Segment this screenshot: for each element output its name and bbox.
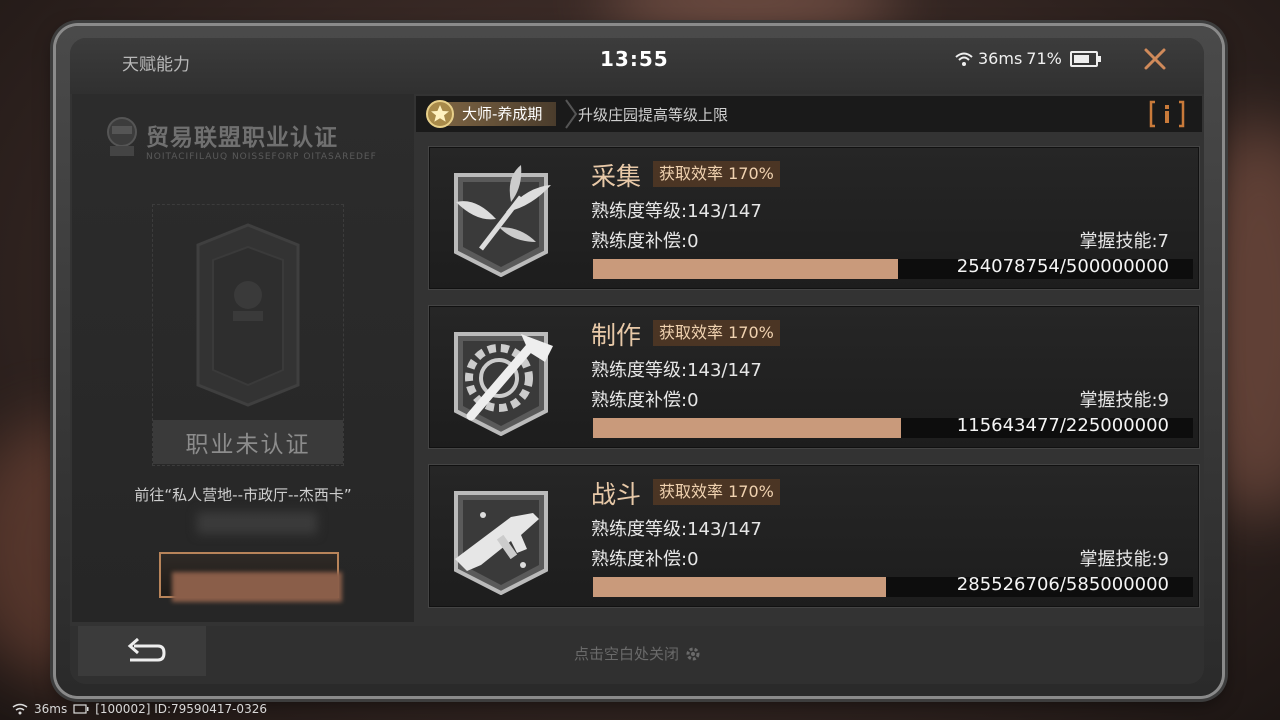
wifi-icon — [955, 52, 973, 66]
proficiency-compensation: 熟练度补偿:0 — [591, 231, 699, 252]
bottom-bar: 点击空白处关闭 — [70, 626, 1204, 684]
gear-icon — [686, 647, 700, 660]
skill-card-gathering[interactable]: 采集 获取效率 170% 熟练度等级:143/147 熟练度补偿:0 掌握技能:… — [428, 146, 1200, 290]
player-id: [100002] ID:79590417-0326 — [95, 702, 267, 716]
close-icon[interactable] — [1140, 44, 1170, 74]
talent-panel: 天赋能力 13:55 36ms 71% 贸易联盟职业认证 NOITACIFILA… — [70, 38, 1204, 684]
ping-value: 36ms — [978, 49, 1023, 68]
proficiency-level: 熟练度等级:143/147 — [591, 519, 762, 540]
certification-panel: 贸易联盟职业认证 NOITACIFILAUQ NOISSEFORP OITASA… — [72, 94, 414, 622]
rank-header: 大师-养成期 升级庄园提高等级上限 — [416, 96, 1202, 132]
experience-bar-fill — [593, 259, 898, 279]
footer-ping: 36ms — [34, 702, 68, 716]
skill-name: 制作 — [591, 321, 642, 350]
experience-value: 285526706/585000000 — [956, 574, 1169, 595]
footer-status: 36ms [100002] ID:79590417-0326 — [12, 702, 267, 716]
proficiency-compensation: 熟练度补偿:0 — [591, 390, 699, 411]
battery-icon — [73, 704, 89, 714]
federation-logo-icon — [107, 117, 137, 156]
proficiency-compensation: 熟练度补偿:0 — [591, 549, 699, 570]
close-hint: 点击空白处关闭 — [574, 643, 701, 664]
hammer-gear-icon — [454, 332, 553, 436]
info-icon[interactable] — [1149, 99, 1185, 129]
proficiency-level: 熟练度等级:143/147 — [591, 201, 762, 222]
panel-title: 天赋能力 — [122, 55, 190, 75]
experience-value: 115643477/225000000 — [956, 415, 1169, 436]
profession-badge-icon — [196, 223, 300, 407]
certification-title: 贸易联盟职业认证 — [146, 125, 338, 151]
smg-icon — [454, 491, 548, 595]
back-arrow-icon — [127, 637, 166, 662]
clock: 13:55 — [600, 47, 669, 71]
experience-bar-fill — [593, 577, 886, 597]
certification-subtitle: NOITACIFILAUQ NOISSEFORP OITASAREDEF — [146, 152, 377, 162]
wifi-icon — [12, 703, 28, 715]
mastered-skills: 掌握技能:9 — [1079, 549, 1169, 570]
experience-value: 254078754/500000000 — [956, 256, 1169, 277]
efficiency-badge: 获取效率 170% — [653, 320, 780, 346]
herb-icon — [454, 165, 551, 277]
mastered-skills: 掌握技能:7 — [1079, 231, 1169, 252]
experience-bar-fill — [593, 418, 902, 438]
efficiency-badge: 获取效率 170% — [653, 161, 780, 187]
star-medal-icon — [426, 100, 454, 128]
rank-description: 升级庄园提高等级上限 — [578, 106, 729, 124]
back-button[interactable] — [78, 626, 206, 676]
skill-card-combat[interactable]: 战斗 获取效率 170% 熟练度等级:143/147 熟练度补偿:0 掌握技能:… — [428, 464, 1200, 608]
skill-name: 采集 — [591, 162, 642, 191]
goto-hint: 前往“私人营地--市政厅--杰西卡” — [134, 486, 352, 504]
top-bar: 天赋能力 13:55 36ms 71% — [70, 38, 1204, 94]
skill-card-crafting[interactable]: 制作 获取效率 170% 熟练度等级:143/147 熟练度补偿:0 掌握技能:… — [428, 305, 1200, 449]
battery-icon — [1069, 50, 1101, 67]
rank-label: 大师-养成期 — [446, 102, 557, 126]
proficiency-level: 熟练度等级:143/147 — [591, 360, 762, 381]
status-indicator: 36ms 71% — [954, 49, 1101, 68]
divider-chevron-icon — [565, 99, 578, 129]
battery-value: 71% — [1026, 49, 1062, 68]
efficiency-badge: 获取效率 170% — [653, 479, 780, 505]
redacted-button-label — [172, 572, 342, 602]
mastered-skills: 掌握技能:9 — [1079, 390, 1169, 411]
redacted-text — [197, 512, 317, 534]
certification-status: 职业未认证 — [153, 420, 343, 464]
skill-name: 战斗 — [591, 480, 642, 509]
close-hint-text: 点击空白处关闭 — [574, 645, 680, 663]
